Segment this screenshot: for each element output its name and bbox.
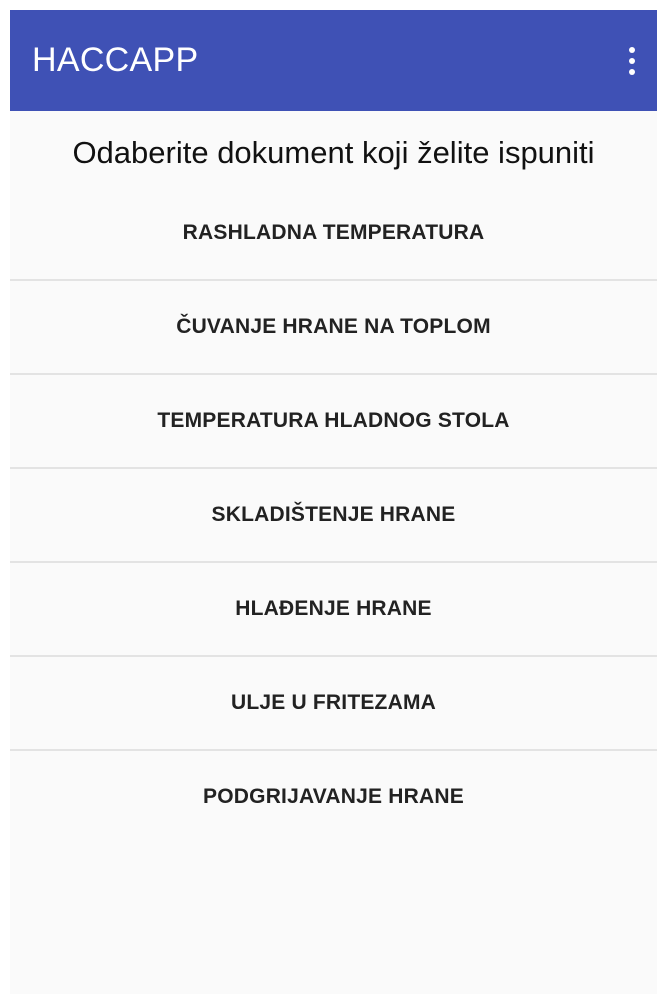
overflow-dot: [629, 47, 635, 53]
document-button-temperatura-hladnog-stola[interactable]: TEMPERATURA HLADNOG STOLA: [10, 375, 657, 469]
document-button-hladenje-hrane[interactable]: HLAĐENJE HRANE: [10, 563, 657, 657]
document-button-cuvanje-hrane-na-toplom[interactable]: ČUVANJE HRANE NA TOPLOM: [10, 281, 657, 375]
document-button-skladistenje-hrane[interactable]: SKLADIŠTENJE HRANE: [10, 469, 657, 563]
main-content: Odaberite dokument koji želite ispuniti …: [10, 111, 657, 994]
more-vert-icon[interactable]: [617, 40, 647, 82]
app-screen: HACCAPP Odaberite dokument koji želite i…: [0, 0, 667, 994]
app-bar: HACCAPP: [10, 10, 657, 111]
document-button-podgrijavanje-hrane[interactable]: PODGRIJAVANJE HRANE: [10, 751, 657, 843]
document-button-ulje-u-fritezama[interactable]: ULJE U FRITEZAMA: [10, 657, 657, 751]
page-heading: Odaberite dokument koji želite ispuniti: [72, 135, 595, 170]
overflow-dot: [629, 58, 635, 64]
document-list: RASHLADNA TEMPERATURA ČUVANJE HRANE NA T…: [10, 187, 657, 843]
document-button-rashladna-temperatura[interactable]: RASHLADNA TEMPERATURA: [10, 187, 657, 281]
overflow-dot: [629, 69, 635, 75]
app-title: HACCAPP: [32, 41, 199, 79]
